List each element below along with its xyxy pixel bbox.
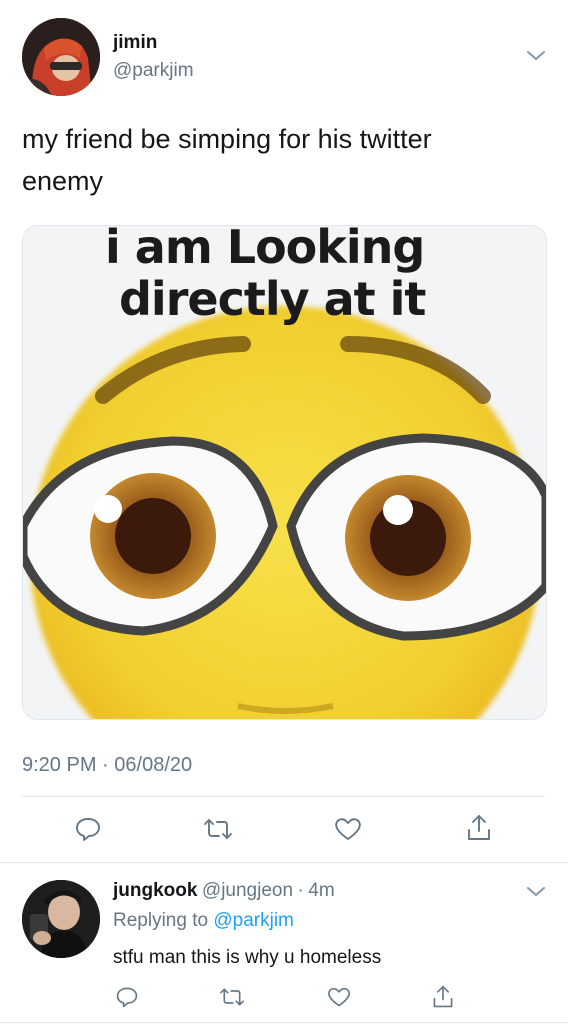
- tweet-media-image[interactable]: i am Looking directly at it: [22, 225, 547, 720]
- tweet-timestamp[interactable]: 9:20 PM · 06/08/20: [22, 754, 192, 777]
- reply-like-button[interactable]: [324, 983, 354, 1011]
- meme-caption-line-2: directly at it: [119, 272, 426, 326]
- tweet-date: 06/08/20: [114, 754, 193, 776]
- reply-icon: [76, 818, 100, 841]
- reply-author-display-name[interactable]: jungkook: [113, 880, 197, 901]
- reply-icon: [116, 987, 138, 1008]
- retweet-icon: [204, 819, 232, 839]
- replying-to-link[interactable]: @parkjim: [213, 910, 294, 931]
- timestamp-divider: [22, 796, 545, 797]
- share-button[interactable]: [461, 810, 497, 846]
- reply-reply-button[interactable]: [113, 983, 141, 1011]
- tweet-text-line-2: enemy: [22, 166, 104, 196]
- heart-icon: [328, 987, 350, 1007]
- reply-age[interactable]: 4m: [308, 880, 334, 901]
- reply-retweet-button[interactable]: [216, 983, 248, 1011]
- tweet-time: 9:20 PM: [22, 754, 97, 776]
- author-display-name[interactable]: jimin: [113, 32, 157, 54]
- like-button[interactable]: [330, 812, 366, 846]
- thread-divider: [0, 862, 568, 863]
- reply-share-button[interactable]: [428, 982, 458, 1012]
- reply-header-separator: ·: [297, 880, 304, 901]
- chevron-down-icon: [527, 887, 545, 896]
- tweet-text: my friend be simping for his twitter ene…: [22, 118, 552, 202]
- heart-icon: [335, 818, 361, 840]
- author-avatar[interactable]: [22, 18, 100, 96]
- share-icon: [468, 815, 490, 840]
- chevron-down-icon: [527, 51, 545, 60]
- reply-header: jungkook @jungjeon · 4m: [113, 880, 335, 902]
- reply-text: stfu man this is why u homeless: [113, 947, 382, 968]
- timestamp-separator: ·: [102, 754, 109, 776]
- retweet-button[interactable]: [198, 812, 238, 846]
- reply-button[interactable]: [70, 812, 106, 846]
- author-avatar-image: [22, 18, 100, 96]
- reply-author-handle[interactable]: @jungjeon: [202, 880, 293, 901]
- replying-to-prefix: Replying to: [113, 910, 209, 931]
- reply-menu-button[interactable]: [524, 882, 548, 902]
- reply-author-avatar[interactable]: [22, 880, 100, 958]
- meme-caption-line-1: i am Looking: [105, 225, 425, 274]
- bottom-divider: [0, 1022, 568, 1023]
- replying-to-line: Replying to @parkjim: [113, 910, 294, 932]
- retweet-icon: [220, 988, 244, 1006]
- tweet-menu-button[interactable]: [524, 46, 548, 66]
- share-icon: [433, 985, 453, 1008]
- author-handle[interactable]: @parkjim: [113, 60, 194, 82]
- reply-avatar-image: [22, 880, 100, 958]
- tweet-text-line-1: my friend be simping for his twitter: [22, 124, 432, 154]
